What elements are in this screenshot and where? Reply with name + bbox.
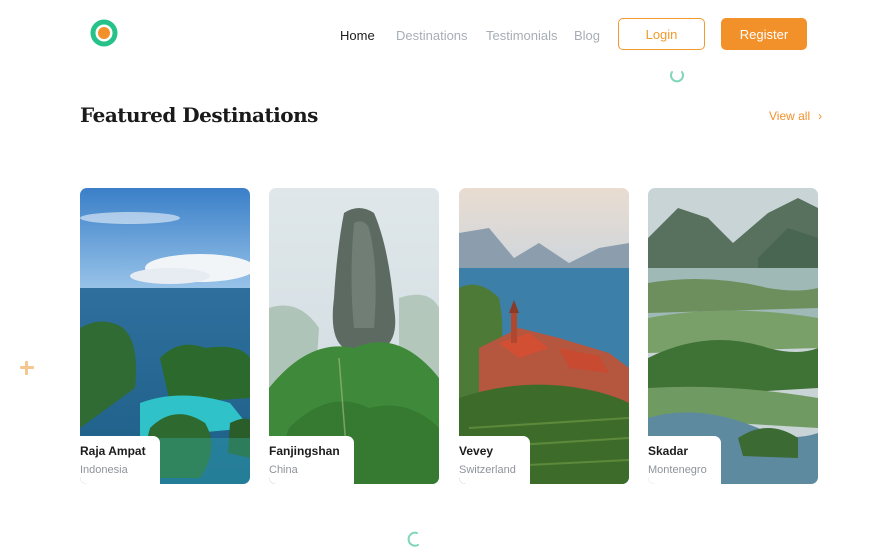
destination-label: Fanjingshan China [269, 436, 354, 484]
destination-label: Skadar Montenegro [648, 436, 721, 484]
destination-label: Raja Ampat Indonesia [80, 436, 160, 484]
login-button[interactable]: Login [618, 18, 705, 50]
destination-label: Vevey Switzerland [459, 436, 530, 484]
destination-card-vevey[interactable]: Vevey Switzerland [459, 188, 629, 484]
loader-arc-icon [407, 531, 419, 547]
destination-name: Fanjingshan [269, 444, 340, 458]
nav-destinations[interactable]: Destinations [396, 28, 468, 43]
nav-testimonials[interactable]: Testimonials [486, 28, 558, 43]
destination-card-fanjingshan[interactable]: Fanjingshan China [269, 188, 439, 484]
destination-country: China [269, 464, 298, 476]
loader-arc-icon [670, 71, 684, 83]
destination-country: Switzerland [459, 464, 516, 476]
destination-name: Skadar [648, 444, 689, 458]
nav-home[interactable]: Home [340, 28, 375, 43]
view-all-link[interactable]: View all › [769, 109, 822, 123]
register-button[interactable]: Register [721, 18, 807, 50]
destination-name: Vevey [459, 444, 494, 458]
destination-country: Indonesia [80, 464, 128, 476]
destination-card-raja-ampat[interactable]: Raja Ampat Indonesia [80, 188, 250, 484]
top-navigation: Home Destinations Testimonials Blog Logi… [0, 18, 895, 54]
nav-blog[interactable]: Blog [574, 28, 600, 43]
destination-name: Raja Ampat [80, 444, 146, 458]
destination-card-skadar[interactable]: Skadar Montenegro [648, 188, 818, 484]
chevron-right-icon: › [818, 109, 823, 123]
plus-icon [19, 360, 35, 376]
section-title: Featured Destinations [80, 103, 318, 127]
destination-country: Montenegro [648, 464, 707, 476]
view-all-label: View all [769, 109, 811, 123]
